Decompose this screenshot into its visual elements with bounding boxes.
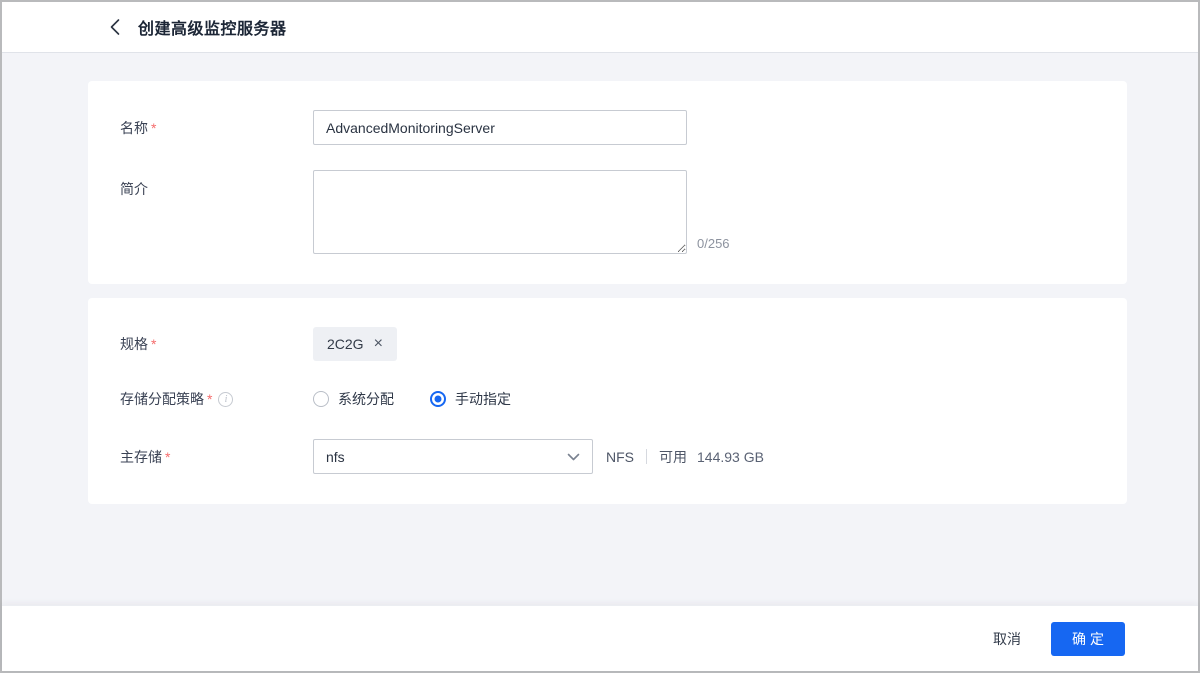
spec-label: 规格 * (120, 334, 313, 354)
name-label-text: 名称 (120, 118, 148, 138)
chevron-down-icon (567, 453, 580, 461)
radio-label: 手动指定 (455, 389, 511, 409)
back-button[interactable] (102, 14, 128, 40)
spec-label-text: 规格 (120, 334, 148, 354)
confirm-button[interactable]: 确定 (1051, 622, 1125, 656)
cancel-button[interactable]: 取消 (981, 621, 1033, 657)
available-value: 144.93 GB (697, 449, 764, 465)
chevron-left-icon (109, 18, 121, 36)
radio-label: 系统分配 (338, 389, 394, 409)
name-input[interactable] (313, 110, 687, 145)
page-header: 创建高级监控服务器 (2, 2, 1198, 53)
primary-storage-label: 主存储 * (120, 447, 313, 467)
storage-policy-radio-group: 系统分配 手动指定 (313, 389, 547, 409)
char-counter: 0/256 (697, 236, 730, 251)
storage-type-text: NFS (606, 449, 634, 465)
spec-row: 规格 * 2C2G × (120, 327, 1095, 361)
spec-tag-text: 2C2G (327, 336, 364, 352)
required-asterisk: * (151, 120, 156, 136)
select-value: nfs (326, 449, 345, 465)
page-title: 创建高级监控服务器 (138, 15, 287, 39)
radio-checked-icon (430, 391, 446, 407)
info-icon[interactable]: i (218, 392, 233, 407)
name-label: 名称 * (120, 118, 313, 138)
radio-system-allocate[interactable]: 系统分配 (313, 389, 394, 409)
required-asterisk: * (151, 336, 156, 352)
description-textarea[interactable] (313, 170, 687, 254)
primary-storage-row: 主存储 * nfs NFS 可用 144.93 GB (120, 439, 1095, 474)
config-card: 规格 * 2C2G × 存储分配策略 * i 系统分配 手动 (88, 298, 1127, 504)
description-row: 简介 0/256 (120, 170, 1095, 254)
footer-bar: 取消 确定 (2, 605, 1198, 671)
required-asterisk: * (207, 391, 212, 407)
available-label: 可用 (659, 447, 687, 467)
description-wrap: 0/256 (313, 170, 730, 254)
description-label-text: 简介 (120, 179, 148, 199)
primary-storage-select[interactable]: nfs (313, 439, 593, 474)
description-label: 简介 (120, 170, 313, 199)
name-row: 名称 * (120, 110, 1095, 145)
storage-policy-row: 存储分配策略 * i 系统分配 手动指定 (120, 389, 1095, 409)
divider (646, 449, 647, 464)
basic-info-card: 名称 * 简介 0/256 (88, 81, 1127, 284)
required-asterisk: * (165, 449, 170, 465)
storage-meta: NFS 可用 144.93 GB (606, 447, 764, 467)
tag-close-icon[interactable]: × (374, 336, 383, 352)
storage-policy-label: 存储分配策略 * i (120, 389, 313, 409)
primary-storage-controls: nfs NFS 可用 144.93 GB (313, 439, 764, 474)
radio-unchecked-icon (313, 391, 329, 407)
form-body: 名称 * 简介 0/256 规格 * 2C2G × (2, 53, 1198, 605)
primary-storage-label-text: 主存储 (120, 447, 162, 467)
spec-tag: 2C2G × (313, 327, 397, 361)
radio-manual-assign[interactable]: 手动指定 (430, 389, 511, 409)
storage-policy-label-text: 存储分配策略 (120, 389, 204, 409)
